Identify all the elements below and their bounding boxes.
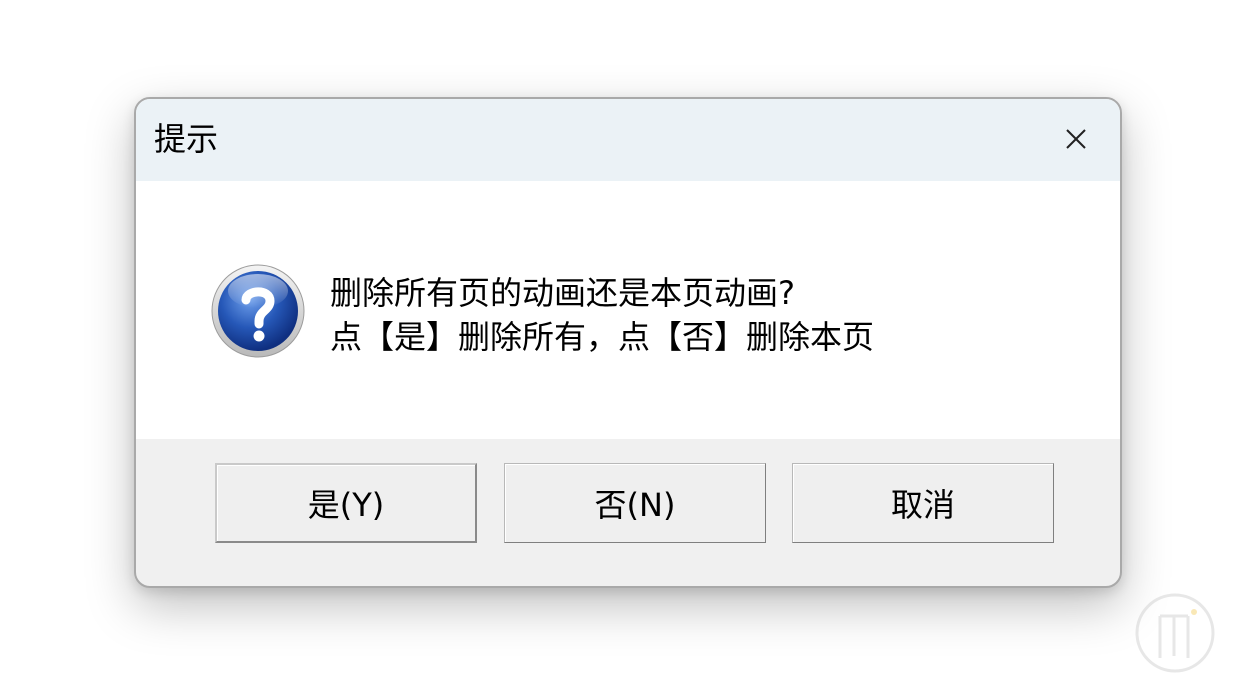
dialog-title: 提示 (154, 120, 219, 158)
close-button[interactable] (1058, 121, 1094, 157)
dialog-content: 删除所有页的动画还是本页动画? 点【是】删除所有，点【否】删除本页 (136, 181, 1120, 439)
question-icon (211, 264, 305, 358)
message-line-2: 点【是】删除所有，点【否】删除本页 (330, 318, 875, 356)
message-line-1: 删除所有页的动画还是本页动画? (330, 274, 795, 312)
no-button[interactable]: 否(N) (504, 463, 766, 543)
yes-button[interactable]: 是(Y) (215, 463, 477, 543)
close-icon (1066, 129, 1086, 149)
message-dialog: 提示 删除所有页的动画还是本页动画? 点【是】删除所有，点【否】删除本页 是(Y… (134, 97, 1122, 588)
dialog-message: 删除所有页的动画还是本页动画? 点【是】删除所有，点【否】删除本页 (330, 271, 874, 359)
cancel-button[interactable]: 取消 (792, 463, 1054, 543)
dialog-titlebar[interactable]: 提示 (136, 99, 1120, 181)
watermark-logo-icon (1135, 593, 1215, 673)
